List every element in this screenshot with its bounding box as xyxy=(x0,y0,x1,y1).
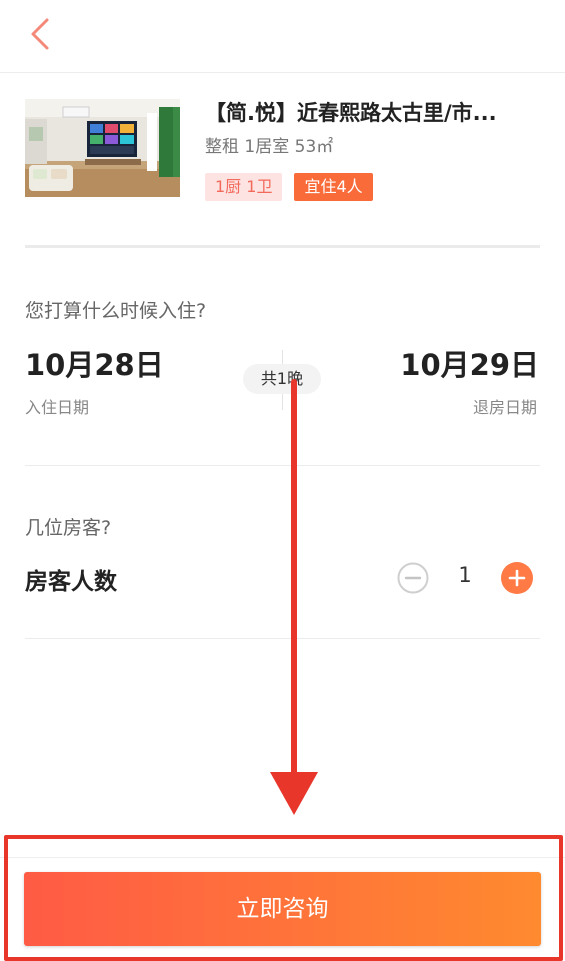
guest-count-label: 房客人数 xyxy=(25,569,117,595)
back-button[interactable] xyxy=(20,14,60,54)
guest-increment-button[interactable] xyxy=(501,562,533,594)
checkin-date[interactable]: 10月28日 xyxy=(25,348,164,382)
chevron-left-icon xyxy=(31,18,49,50)
tag-capacity: 宜住4人 xyxy=(294,173,373,201)
bottom-bar-separator xyxy=(0,857,565,858)
date-question: 您打算什么时候入住? xyxy=(25,300,207,322)
checkout-date[interactable]: 10月29日 xyxy=(400,348,539,382)
guest-count-value: 1 xyxy=(458,563,472,587)
listing-subtitle: 整租 1居室 53㎡ xyxy=(205,137,334,157)
tag-kitchen-bath: 1厨 1卫 xyxy=(205,173,283,201)
checkout-label: 退房日期 xyxy=(472,398,537,417)
guest-decrement-button[interactable] xyxy=(397,562,429,594)
divider-guests xyxy=(25,638,540,639)
minus-circle-icon xyxy=(397,562,429,594)
divider-dates xyxy=(25,465,540,466)
listing-summary[interactable]: 【简.悦】近春熙路太古里/市... 整租 1居室 53㎡ 1厨 1卫 宜住4人 xyxy=(25,99,540,201)
listing-thumbnail xyxy=(25,99,180,197)
top-bar xyxy=(0,0,565,73)
checkin-label: 入住日期 xyxy=(25,398,90,417)
plus-circle-icon xyxy=(501,562,533,594)
listing-title: 【简.悦】近春熙路太古里/市... xyxy=(205,101,497,125)
listing-tags: 1厨 1卫 宜住4人 xyxy=(205,173,373,201)
nights-badge: 共1晚 xyxy=(243,364,321,394)
consult-now-button[interactable]: 立即咨询 xyxy=(24,872,541,946)
guest-question: 几位房客? xyxy=(25,517,112,539)
section-divider xyxy=(25,245,540,248)
